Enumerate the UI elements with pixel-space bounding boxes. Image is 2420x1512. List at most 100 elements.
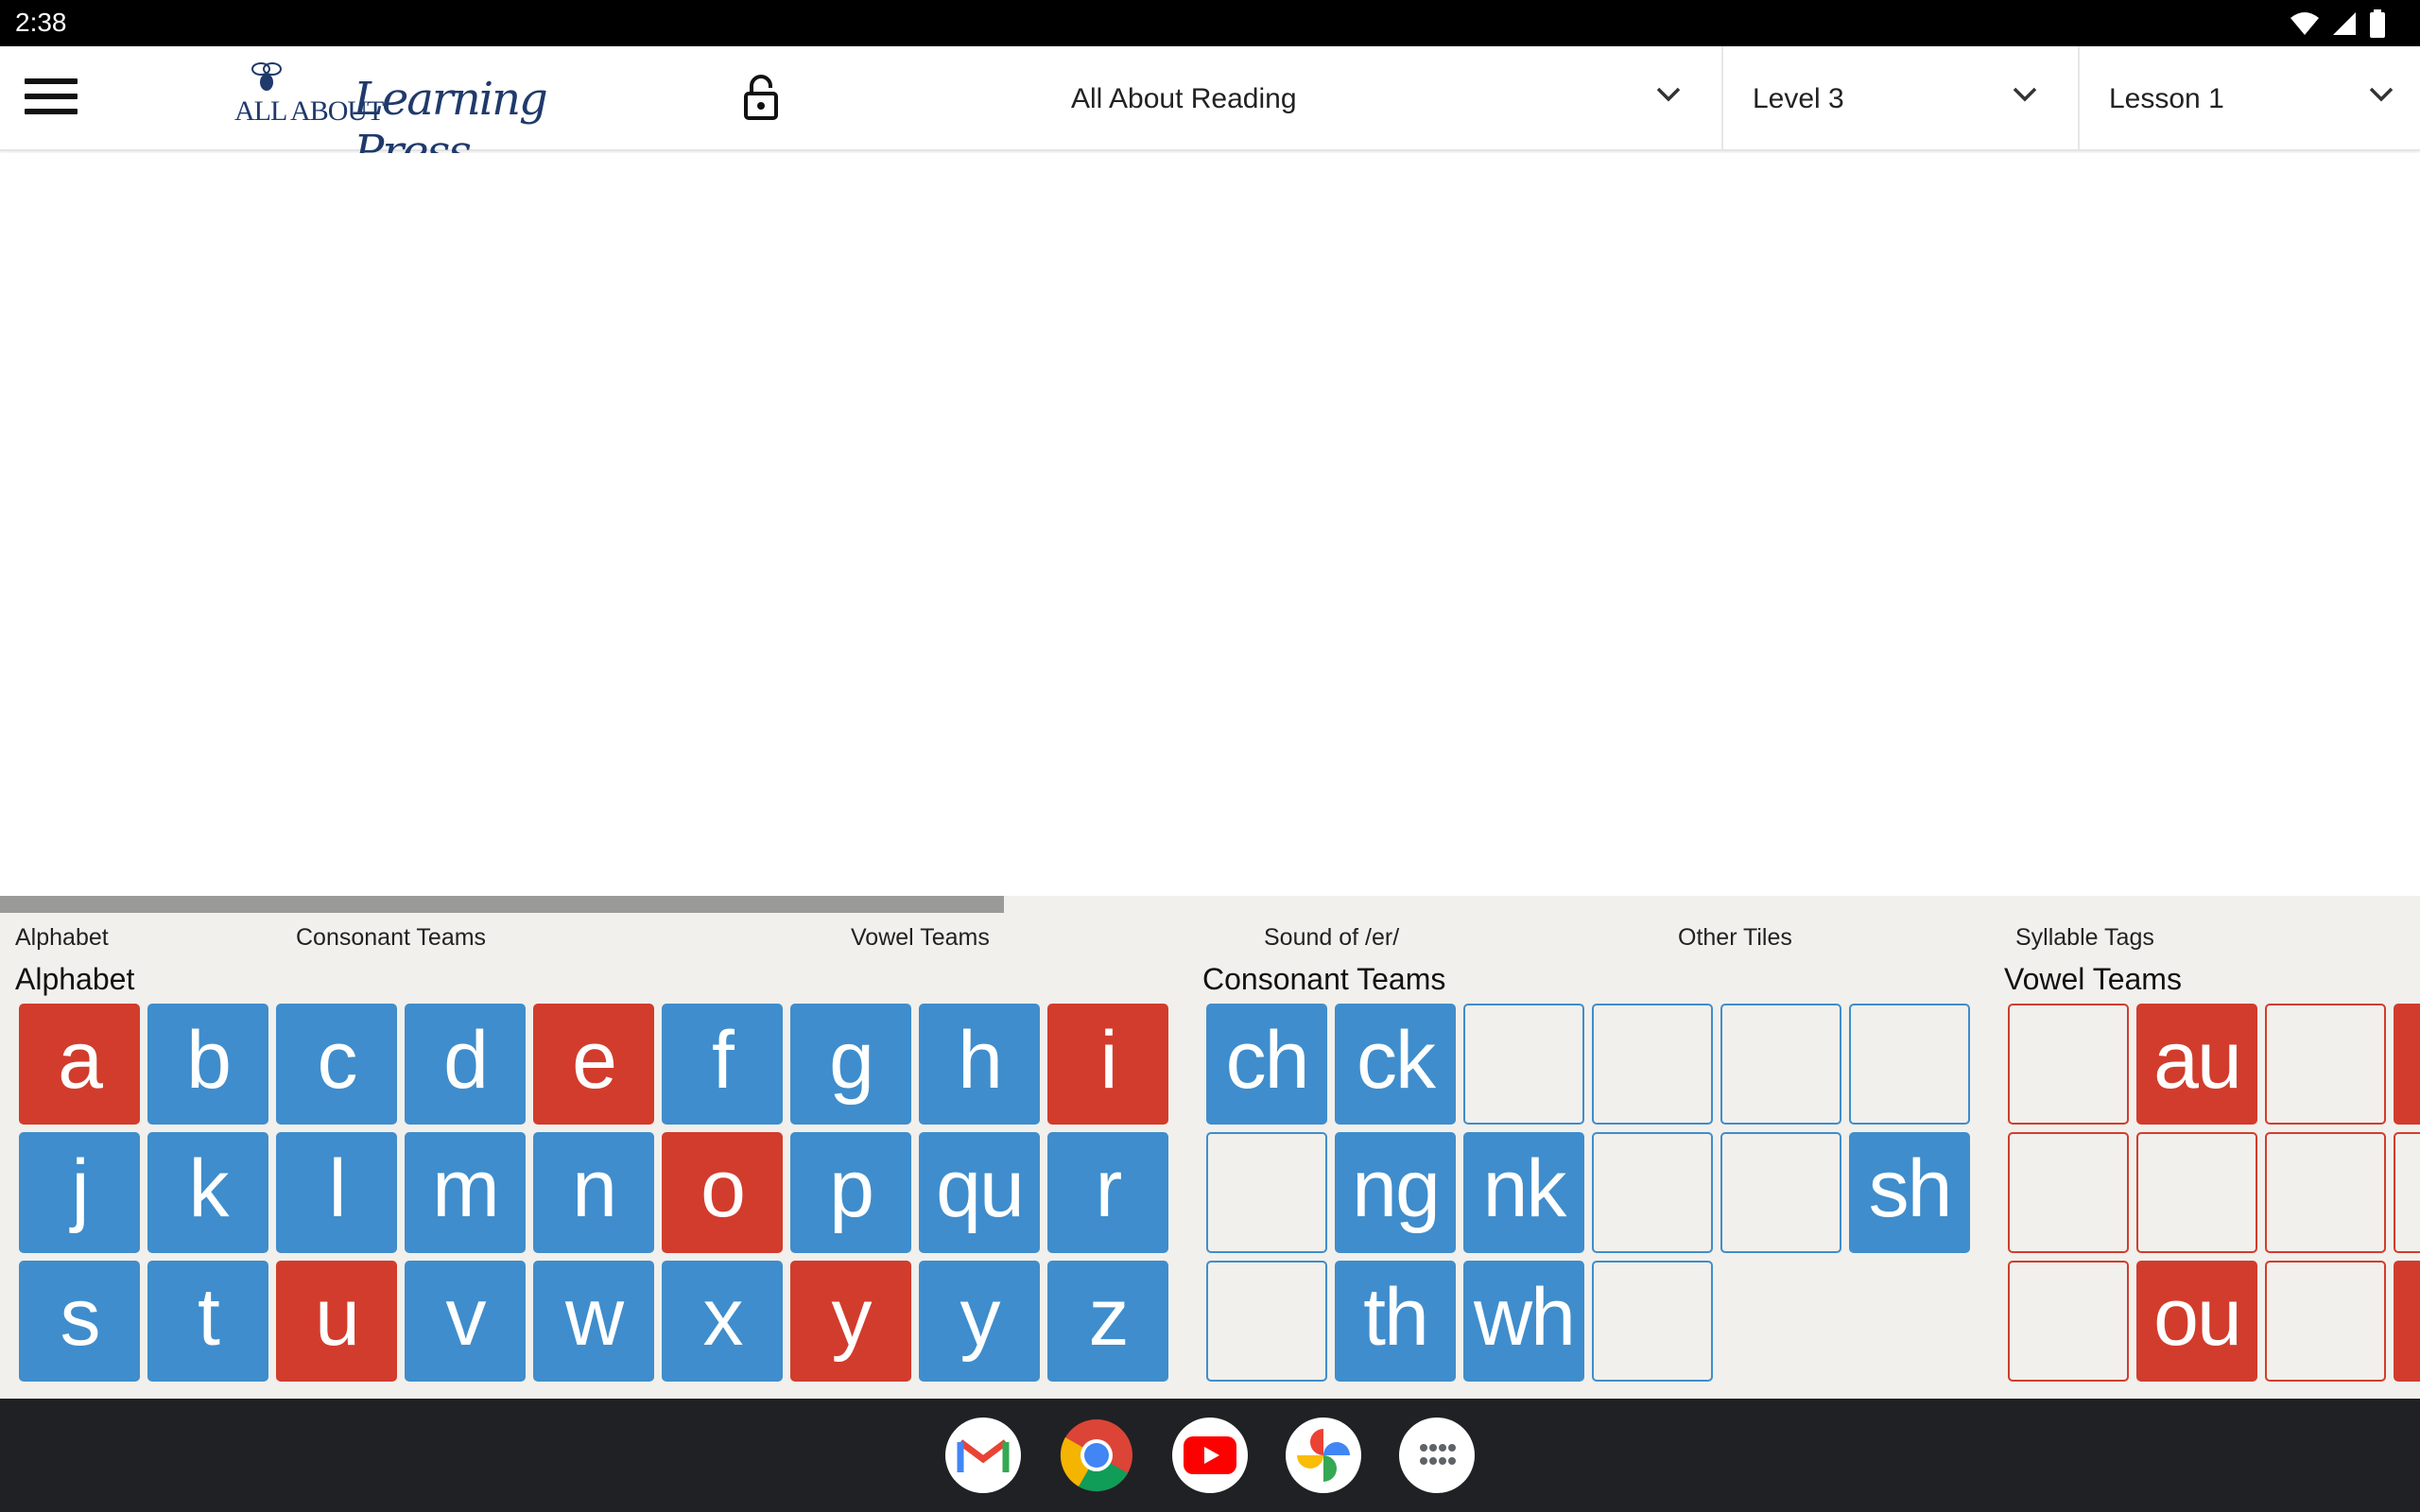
letter-tile[interactable]: w [533,1261,654,1382]
empty-tile-slot[interactable] [1849,1004,1970,1125]
letter-tile[interactable]: x [662,1261,783,1382]
section-title-vowel-teams: Vowel Teams [2004,962,2182,996]
letter-tile[interactable]: f [662,1004,783,1125]
program-dropdown[interactable]: All About Reading [945,46,1723,151]
app-dock [0,1399,2420,1512]
tile-label: th [1363,1272,1429,1363]
app-drawer-icon[interactable] [1399,1418,1475,1493]
letter-tile[interactable]: p [790,1132,911,1253]
lesson-dropdown[interactable]: Lesson 1 [2080,46,2420,151]
hamburger-menu-icon[interactable] [25,78,79,118]
status-bar: 2:38 [0,0,2420,46]
letter-tile[interactable]: a [2394,1004,2420,1125]
tile-label: g [829,1015,874,1106]
letter-tile[interactable]: n [533,1132,654,1253]
letter-tile[interactable]: e [533,1004,654,1125]
tile-label: x [702,1272,744,1363]
letter-tile[interactable]: wh [1463,1261,1584,1382]
tile-label: ch [1225,1015,1310,1106]
empty-tile-slot[interactable] [1720,1004,1841,1125]
lesson-label: Lesson 1 [2109,82,2224,114]
gmail-icon[interactable] [945,1418,1021,1493]
letter-tile[interactable]: th [1335,1261,1456,1382]
empty-tile-slot[interactable] [1592,1261,1713,1382]
letter-tile[interactable]: nk [1463,1132,1584,1253]
empty-tile-slot[interactable] [1463,1004,1584,1125]
letter-tile[interactable]: y [790,1261,911,1382]
letter-tile[interactable]: i [1047,1004,1168,1125]
tile-label: o [700,1143,746,1234]
letter-tile[interactable]: j [19,1132,140,1253]
letter-tile[interactable]: z [1047,1261,1168,1382]
tile-label: v [445,1272,487,1363]
empty-tile-slot[interactable] [1720,1132,1841,1253]
empty-tile-slot[interactable] [2265,1004,2386,1125]
unlock-icon[interactable] [742,75,780,120]
letter-tile[interactable]: r [1047,1132,1168,1253]
empty-tile-slot[interactable] [2394,1132,2420,1253]
letter-tile[interactable]: d [405,1004,526,1125]
tile-label: s [60,1272,101,1363]
tile-label: ou [2153,1272,2242,1363]
letter-tile[interactable]: c [276,1004,397,1125]
empty-tile-slot[interactable] [1592,1004,1713,1125]
empty-tile-slot[interactable] [2008,1261,2129,1382]
tile-label: a [58,1015,103,1106]
letter-tile[interactable]: o [662,1132,783,1253]
empty-tile-slot[interactable] [1206,1261,1327,1382]
tab-vowel-teams[interactable]: Vowel Teams [851,924,990,952]
letter-tile[interactable]: b [147,1004,268,1125]
letter-tile[interactable]: v [405,1261,526,1382]
letter-tile[interactable]: ch [1206,1004,1327,1125]
empty-tile-slot[interactable] [1592,1132,1713,1253]
level-dropdown[interactable]: Level 3 [1723,46,2080,151]
letter-tile[interactable]: y [919,1261,1040,1382]
empty-tile-slot[interactable] [2008,1004,2129,1125]
letter-tile[interactable]: qu [919,1132,1040,1253]
chrome-icon[interactable] [1059,1418,1134,1493]
photos-icon[interactable] [1286,1418,1361,1493]
tile-label: d [443,1015,489,1106]
program-label: All About Reading [1071,82,1297,114]
letter-tile[interactable]: ck [1335,1004,1456,1125]
letter-tile[interactable]: s [19,1261,140,1382]
letter-tile[interactable]: l [276,1132,397,1253]
letter-tile[interactable]: u [276,1261,397,1382]
tab-consonant-teams[interactable]: Consonant Teams [296,924,486,952]
letter-tile[interactable]: a [19,1004,140,1125]
tile-label: nk [1482,1143,1567,1234]
letter-tile[interactable]: m [405,1132,526,1253]
letter-tile[interactable]: sh [1849,1132,1970,1253]
tile-label: y [831,1272,873,1363]
letter-tile[interactable]: ou [2136,1261,2257,1382]
tile-workspace[interactable] [0,153,2420,896]
tile-label: ck [1357,1015,1436,1106]
letter-tile[interactable]: au [2136,1004,2257,1125]
chevron-down-icon [2369,87,2394,102]
empty-tile-slot[interactable] [2265,1132,2386,1253]
level-label: Level 3 [1753,82,1844,114]
empty-tile-slot[interactable] [2265,1261,2386,1382]
letter-tile[interactable]: k [147,1132,268,1253]
tab-syllable-tags[interactable]: Syllable Tags [2015,924,2154,952]
letter-tile[interactable]: t [147,1261,268,1382]
tab-alphabet[interactable]: Alphabet [15,924,109,952]
tab-other-tiles[interactable]: Other Tiles [1678,924,1792,952]
letter-tile[interactable]: h [919,1004,1040,1125]
youtube-icon[interactable] [1172,1418,1248,1493]
tray-scrollbar-thumb[interactable] [0,896,1004,913]
tile-label: n [572,1143,617,1234]
tile-label: b [186,1015,232,1106]
letter-tile[interactable]: ng [1335,1132,1456,1253]
wifi-icon [2290,12,2319,35]
tile-label: ng [1352,1143,1441,1234]
tile-label: i [1099,1015,1117,1106]
tile-label: u [315,1272,360,1363]
tab-sound-of-er[interactable]: Sound of /er/ [1264,924,1399,952]
tile-label: k [188,1143,230,1234]
letter-tile[interactable]: o [2394,1261,2420,1382]
empty-tile-slot[interactable] [1206,1132,1327,1253]
empty-tile-slot[interactable] [2136,1132,2257,1253]
letter-tile[interactable]: g [790,1004,911,1125]
empty-tile-slot[interactable] [2008,1132,2129,1253]
